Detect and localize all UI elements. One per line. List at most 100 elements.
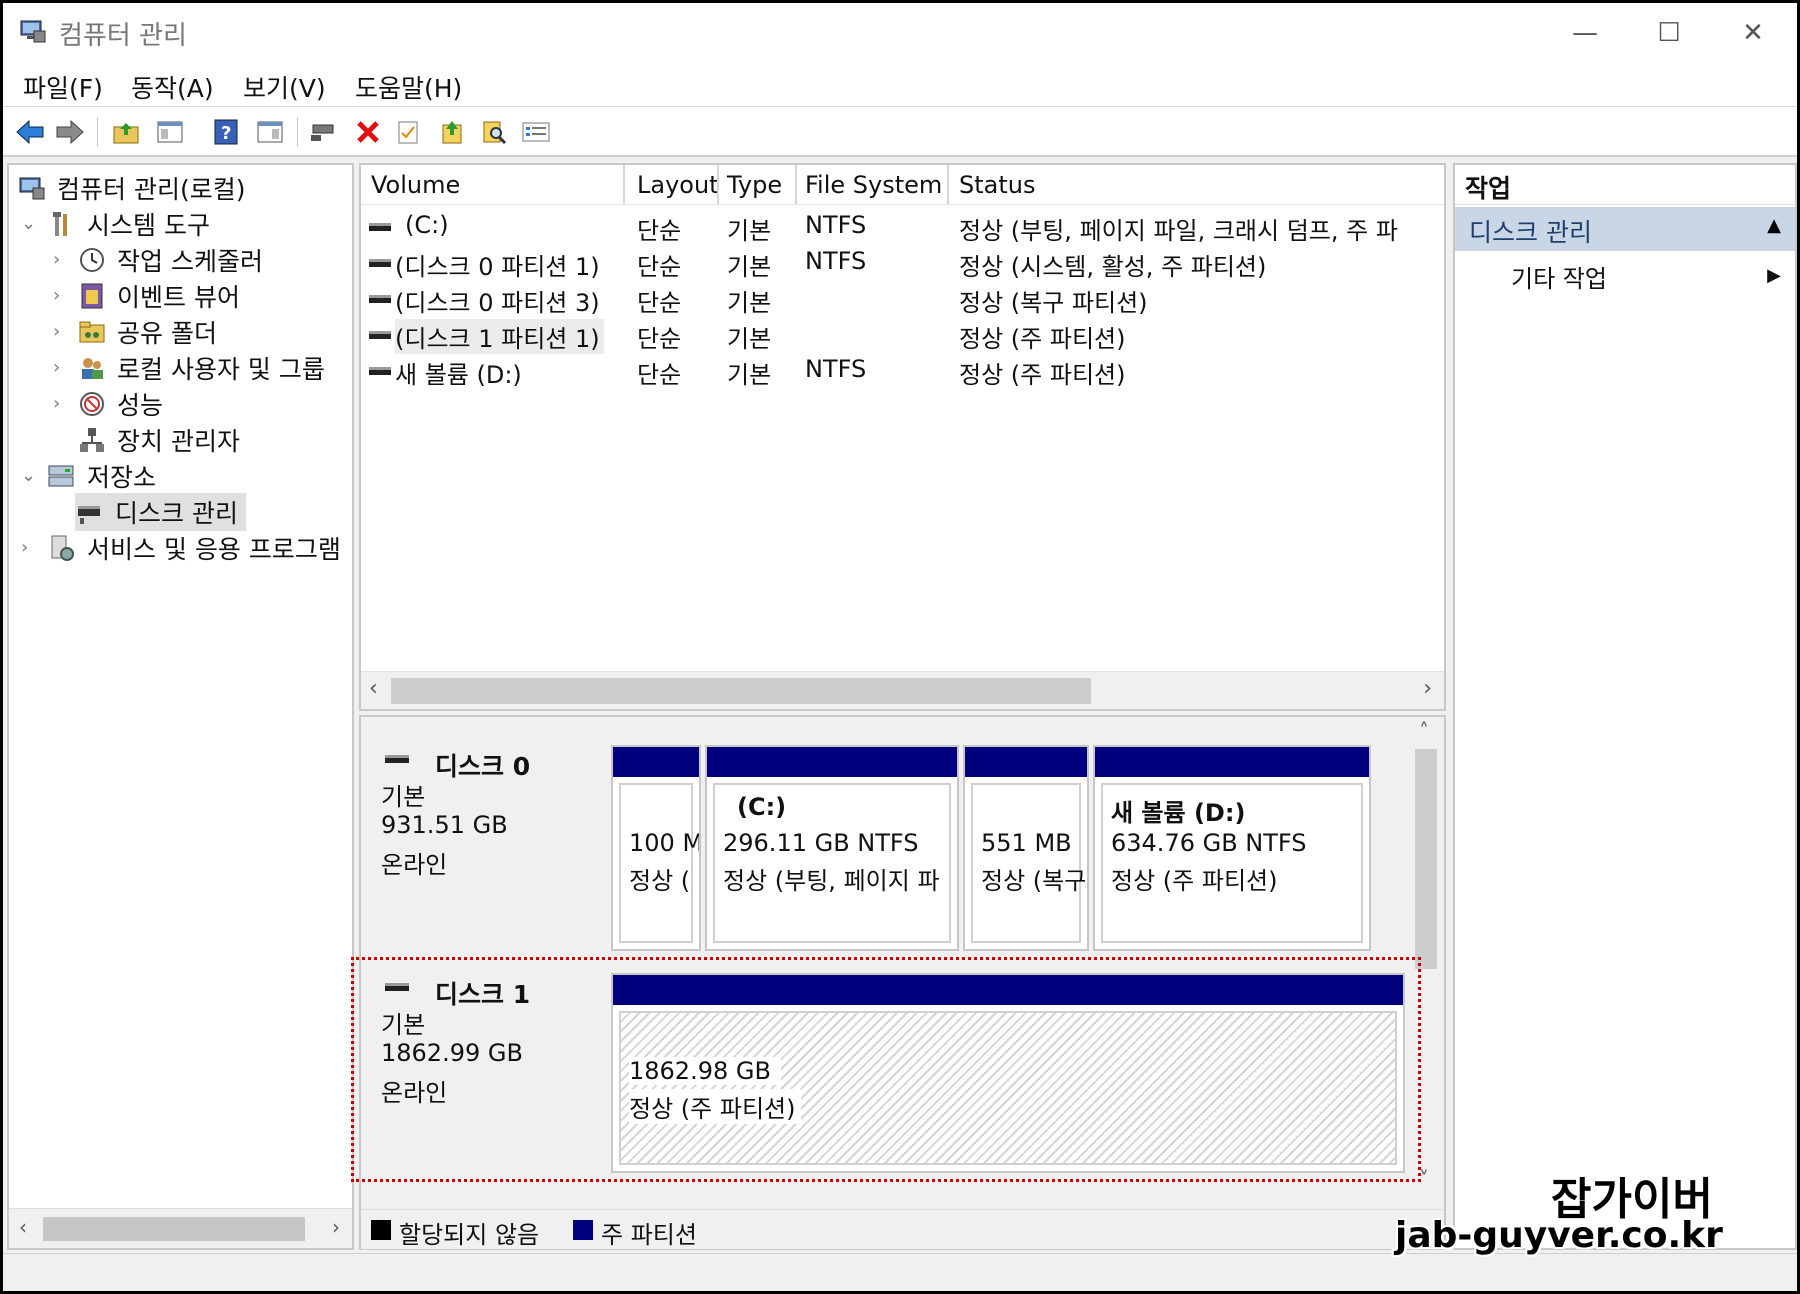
connect-icon[interactable] [307, 115, 341, 149]
scroll-left-icon[interactable]: ‹ [369, 676, 378, 701]
tree-item-label: 로컬 사용자 및 그룹 [117, 355, 325, 384]
partition-status: 정상 (복구 [981, 867, 1087, 895]
tree-item-local-users[interactable]: 로컬 사용자 및 그룹 [77, 349, 325, 387]
disk-management-icon [75, 497, 105, 527]
chevron-right-icon[interactable]: › [21, 537, 28, 558]
help-icon[interactable]: ? [209, 115, 243, 149]
drive-icon [369, 223, 391, 231]
column-divider[interactable] [623, 165, 625, 205]
partition-size: 296.11 GB NTFS [723, 829, 919, 857]
export-icon[interactable] [435, 115, 469, 149]
disk-1-highlight-frame [351, 957, 1421, 1182]
volume-row[interactable]: (C:) 단순 기본 NTFS 정상 (부팅, 페이지 파일, 크래시 덤프, … [361, 209, 1444, 245]
partition-size: 100 M [629, 829, 701, 857]
tree-item-task-scheduler[interactable]: 작업 스케줄러 [77, 241, 263, 279]
more-actions-item[interactable]: 기타 작업 [1511, 259, 1607, 294]
volume-row[interactable]: 새 볼륨 (D:) 단순 기본 NTFS 정상 (주 파티션) [361, 353, 1444, 389]
menu-action[interactable]: 동작(A) [131, 69, 214, 105]
volume-fs: NTFS [805, 211, 867, 239]
primary-partition-bar [613, 747, 699, 777]
volume-type: 기본 [727, 253, 772, 281]
tree-root[interactable]: 컴퓨터 관리(로컬) [17, 169, 245, 207]
show-hide-console-tree-icon[interactable] [153, 115, 187, 149]
scroll-right-icon[interactable]: › [332, 1215, 340, 1239]
column-volume[interactable]: Volume [361, 171, 460, 199]
partition-block[interactable]: (C:) 296.11 GB NTFS 정상 (부팅, 페이지 파 [705, 745, 959, 951]
disk-map-scroll-thumb[interactable] [1415, 749, 1437, 969]
window-title: 컴퓨터 관리 [59, 21, 187, 51]
column-file-system[interactable]: File System [795, 171, 942, 199]
scroll-left-icon[interactable]: ‹ [19, 1215, 27, 1239]
volume-layout: 단순 [637, 361, 682, 389]
column-status[interactable]: Status [949, 171, 1035, 199]
forward-arrow-icon[interactable] [53, 115, 87, 149]
tree-item-performance[interactable]: 성능 [77, 385, 163, 423]
column-type[interactable]: Type [717, 171, 782, 199]
back-arrow-icon[interactable] [13, 115, 47, 149]
volume-type: 기본 [727, 361, 772, 389]
volume-list-scroll-thumb[interactable] [391, 678, 1091, 704]
device-manager-icon [77, 425, 107, 455]
properties-icon[interactable] [391, 115, 425, 149]
minimize-button[interactable]: — [1557, 11, 1613, 55]
tree-item-device-manager[interactable]: 장치 관리자 [77, 421, 240, 459]
partition-body: 100 M 정상 ( [619, 783, 699, 943]
tree-item-services[interactable]: 서비스 및 응용 프로그램 [47, 529, 352, 567]
volume-list-horizontal-scrollbar[interactable]: ‹ › [361, 671, 1444, 709]
event-log-icon [77, 281, 107, 311]
actions-header: 작업 [1455, 165, 1795, 205]
tree-item-storage[interactable]: 저장소 [47, 457, 156, 495]
close-button[interactable]: ✕ [1725, 11, 1781, 55]
computer-management-icon [17, 173, 47, 203]
submenu-arrow-icon[interactable]: ▶ [1767, 265, 1781, 286]
tree-horizontal-scrollbar[interactable]: ‹ › [9, 1208, 352, 1248]
up-folder-icon[interactable] [109, 115, 143, 149]
partition-title: 새 볼륨 (D:) [1111, 799, 1246, 827]
tree-item-event-viewer[interactable]: 이벤트 뷰어 [77, 277, 240, 315]
partition-block[interactable]: 551 MB 정상 (복구 [963, 745, 1089, 951]
chevron-down-icon[interactable]: ⌄ [21, 213, 36, 234]
chevron-down-icon[interactable]: ⌄ [21, 465, 36, 486]
volume-name: (디스크 1 파티션 1) [395, 319, 604, 354]
maximize-button[interactable]: ☐ [1641, 11, 1697, 55]
volume-layout: 단순 [637, 253, 682, 281]
chevron-right-icon[interactable]: › [53, 285, 60, 306]
column-layout[interactable]: Layout [627, 171, 719, 199]
chevron-right-icon[interactable]: › [53, 321, 60, 342]
tree-scroll-thumb[interactable] [43, 1217, 305, 1241]
chevron-right-icon[interactable]: › [53, 393, 60, 414]
console-tree-pane: 컴퓨터 관리(로컬) ⌄ 시스템 도구 › 작업 스케줄러 › 이벤트 뷰어 › [7, 163, 354, 1250]
svg-text:?: ? [221, 123, 231, 144]
chevron-right-icon[interactable]: › [53, 249, 60, 270]
actions-section-label: 디스크 관리 [1469, 218, 1592, 247]
find-icon[interactable] [477, 115, 511, 149]
partition-block[interactable]: 새 볼륨 (D:) 634.76 GB NTFS 정상 (주 파티션) [1093, 745, 1371, 951]
show-hide-action-pane-icon[interactable] [253, 115, 287, 149]
partition-block[interactable]: 100 M 정상 ( [611, 745, 701, 951]
partition-status: 정상 (부팅, 페이지 파 [723, 867, 940, 895]
tree-root-label: 컴퓨터 관리(로컬) [57, 175, 246, 204]
volume-row[interactable]: (디스크 1 파티션 1) 단순 기본 정상 (주 파티션) [361, 317, 1444, 354]
chevron-right-icon[interactable]: › [53, 357, 60, 378]
menu-view[interactable]: 보기(V) [243, 69, 326, 105]
menu-help[interactable]: 도움말(H) [355, 69, 462, 105]
collapse-up-icon[interactable]: ▲ [1767, 215, 1781, 236]
action-pane: 작업 디스크 관리 ▲ 기타 작업 ▶ [1453, 163, 1797, 1250]
delete-icon[interactable] [351, 115, 385, 149]
menu-file[interactable]: 파일(F) [23, 69, 103, 105]
tree-item-label: 장치 관리자 [117, 427, 240, 456]
scroll-up-icon[interactable]: ˄ [1419, 719, 1429, 743]
actions-section-disk-management[interactable]: 디스크 관리 ▲ [1455, 207, 1795, 251]
disk-icon [385, 755, 409, 763]
volume-row[interactable]: (디스크 0 파티션 1) 단순 기본 NTFS 정상 (시스템, 활성, 주 … [361, 245, 1444, 281]
options-icon[interactable] [519, 115, 553, 149]
partition-status: 정상 ( [629, 867, 691, 895]
volume-name: (C:) [405, 211, 449, 239]
primary-partition-swatch [573, 1220, 593, 1240]
volume-row[interactable]: (디스크 0 파티션 3) 단순 기본 정상 (복구 파티션) [361, 281, 1444, 317]
tree-item-disk-management[interactable]: 디스크 관리 [75, 493, 246, 531]
scroll-right-icon[interactable]: › [1423, 676, 1432, 701]
tree-item-system-tools[interactable]: 시스템 도구 [47, 205, 210, 243]
tree-item-shared-folders[interactable]: 공유 폴더 [77, 313, 217, 351]
disk-0-label[interactable]: 디스크 0 기본 931.51 GB 온라인 [363, 733, 603, 929]
